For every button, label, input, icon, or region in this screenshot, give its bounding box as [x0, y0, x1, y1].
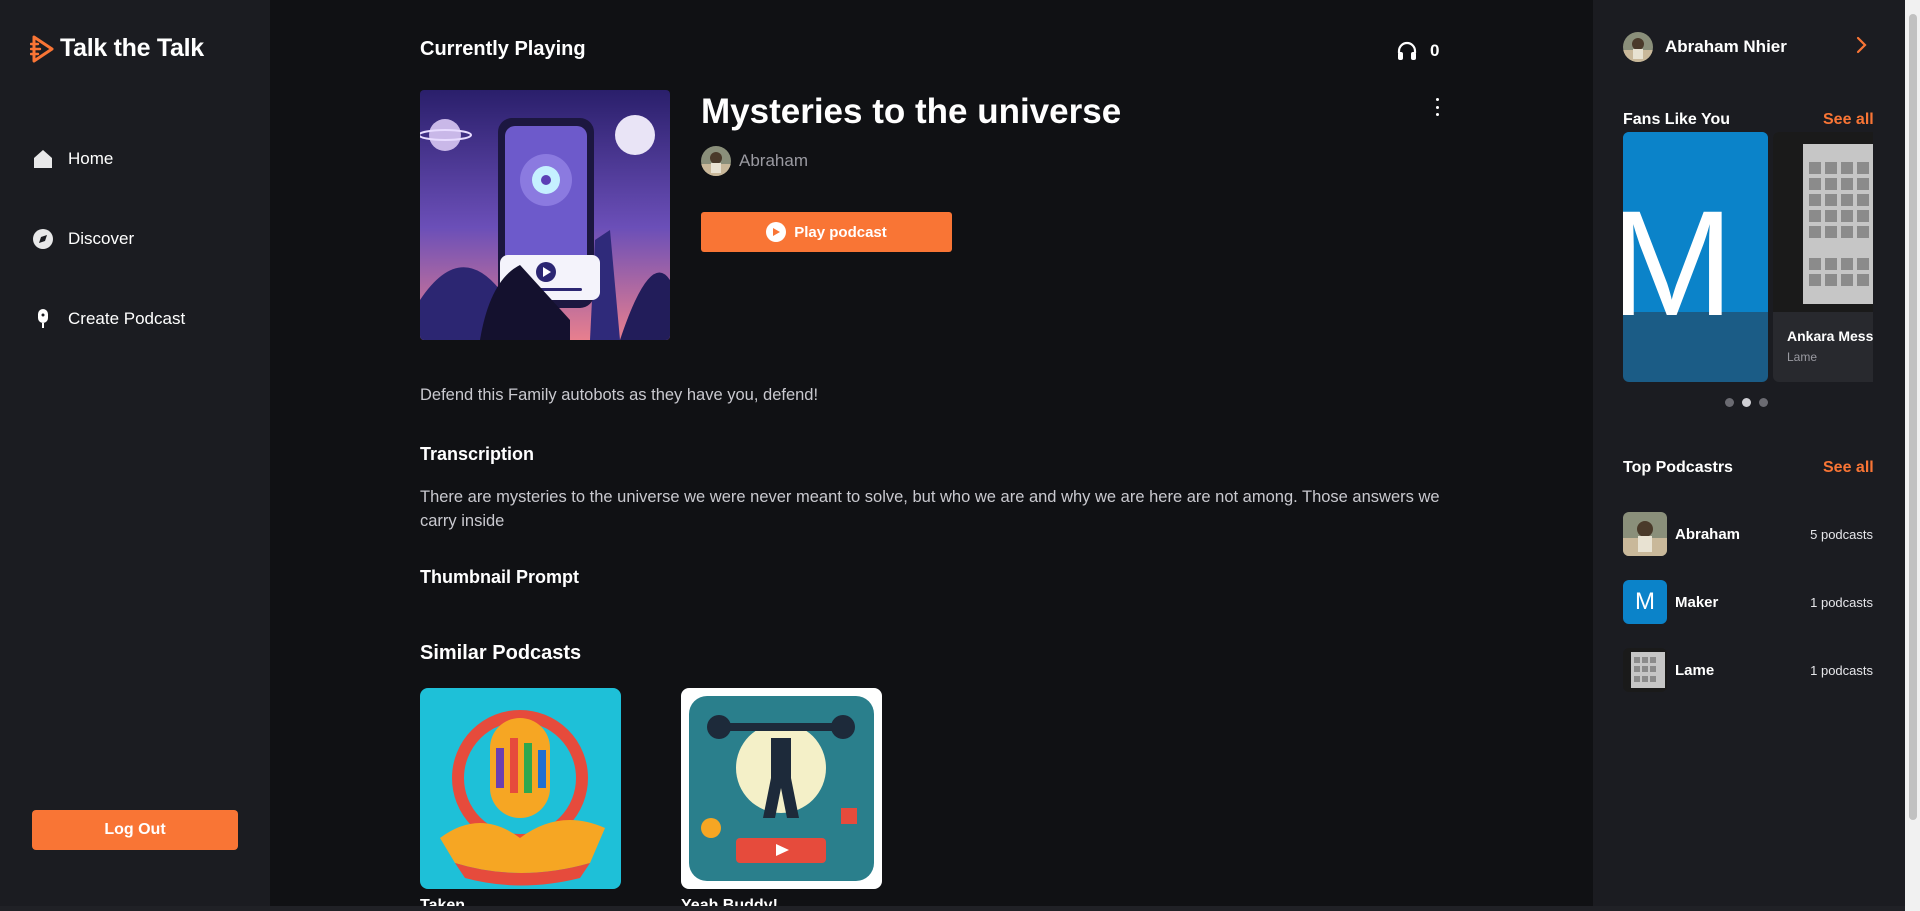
fan-card-author: Lame [1787, 350, 1818, 364]
top-podcaster-count: 1 podcasts [1810, 662, 1873, 678]
podcast-cover [420, 90, 670, 340]
profile-link[interactable]: Abraham Nhier [1623, 32, 1787, 62]
main-content: Currently Playing 0 Mysteries to the uni… [270, 0, 1593, 911]
sidebar-item-label: Discover [68, 229, 135, 248]
top-podcaster-row[interactable]: Abraham 5 podcasts [1623, 512, 1873, 556]
compass-icon [32, 228, 54, 250]
play-podcast-label: Play podcast [794, 223, 887, 241]
top-podcasters-heading: Top Podcastrs [1623, 459, 1733, 476]
top-podcaster-name: Lame [1675, 661, 1715, 679]
podcast-title: Mysteries to the universe [701, 92, 1122, 131]
similar-podcast-card[interactable]: Yeah Buddy! [681, 688, 882, 911]
top-podcaster-row[interactable]: Lame 1 podcasts [1623, 648, 1873, 692]
similar-podcast-thumbnail [420, 688, 621, 889]
horizontal-scrollbar[interactable] [0, 906, 1905, 911]
avatar [1623, 648, 1667, 692]
play-icon [766, 222, 787, 242]
fans-like-you-heading: Fans Like You [1623, 111, 1730, 128]
fan-card[interactable]: Ankara Messi Lame [1773, 132, 1873, 382]
thumbnail-prompt-heading: Thumbnail Prompt [420, 567, 579, 587]
fan-card-title: Ankara Messi [1787, 328, 1873, 344]
avatar: M [1623, 580, 1667, 624]
fan-card-letter: M [1623, 179, 1734, 347]
listener-count: 0 [1396, 40, 1439, 62]
top-podcaster-row[interactable]: M Maker 1 podcasts [1623, 580, 1873, 624]
fan-card-thumbnail [1773, 132, 1873, 312]
microphone-icon [32, 308, 54, 330]
more-options-icon[interactable] [1430, 98, 1444, 116]
app-logo[interactable]: Talk the Talk [30, 34, 204, 63]
top-podcasters-see-all-link[interactable]: See all [1823, 459, 1874, 477]
listener-count-value: 0 [1430, 41, 1440, 60]
right-sidebar: Abraham Nhier Fans Like You See all M An… [1593, 0, 1908, 911]
similar-podcast-card[interactable]: Taken [420, 688, 621, 911]
headphones-icon [1397, 41, 1417, 60]
transcription-heading: Transcription [420, 444, 535, 464]
carousel-dot[interactable] [1725, 398, 1734, 407]
fan-card[interactable]: M [1623, 132, 1768, 382]
carousel-dots [1725, 398, 1768, 407]
top-podcaster-count: 1 podcasts [1810, 594, 1873, 610]
similar-podcast-thumbnail [681, 688, 882, 889]
logo-play-icon [30, 35, 54, 62]
sidebar-item-create-podcast[interactable]: Create Podcast [32, 308, 185, 330]
podcast-description: Defend this Family autobots as they have… [420, 386, 819, 404]
user-name: Abraham Nhier [1665, 37, 1787, 56]
carousel-dot[interactable] [1759, 398, 1768, 407]
app-name: Talk the Talk [60, 34, 204, 62]
chevron-right-icon[interactable] [1855, 36, 1867, 54]
similar-podcasts-heading: Similar Podcasts [420, 642, 582, 664]
avatar [701, 146, 731, 176]
logout-button[interactable]: Log Out [32, 810, 238, 850]
transcription-text: There are mysteries to the universe we w… [420, 488, 1440, 530]
top-podcaster-name: Abraham [1675, 525, 1741, 543]
sidebar-item-home[interactable]: Home [32, 148, 113, 170]
currently-playing-heading: Currently Playing [420, 38, 586, 60]
vertical-scrollbar-thumb[interactable] [1909, 14, 1917, 820]
fans-carousel: M Ankara Messi Lame [1623, 132, 1873, 382]
podcast-author[interactable]: Abraham [701, 146, 808, 176]
play-podcast-button[interactable]: Play podcast [701, 212, 952, 252]
sidebar-item-discover[interactable]: Discover [32, 228, 134, 250]
left-sidebar: Talk the Talk Home Discover Create Podca… [0, 0, 270, 911]
top-podcaster-count: 5 podcasts [1810, 526, 1873, 542]
avatar [1623, 512, 1667, 556]
home-icon [32, 148, 54, 170]
avatar [1623, 32, 1653, 62]
carousel-dot-active[interactable] [1742, 398, 1751, 407]
top-podcaster-name: Maker [1675, 593, 1719, 611]
author-name: Abraham [739, 151, 808, 170]
sidebar-item-label: Create Podcast [68, 309, 186, 328]
sidebar-item-label: Home [68, 149, 114, 168]
fans-see-all-link[interactable]: See all [1823, 111, 1874, 129]
